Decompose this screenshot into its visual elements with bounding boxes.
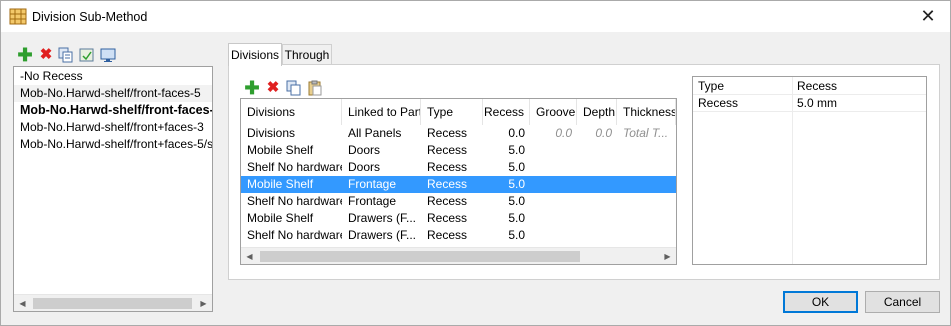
cell-division: Shelf No hardware [247,194,342,208]
cell-type: Recess [427,194,468,208]
cell-linked-part: Frontage [348,177,397,191]
table-row[interactable]: Shelf No hardware Doors Recess 5.0 [241,159,676,176]
add-icon[interactable]: ✚ [17,46,33,64]
title-bar: Division Sub-Method ✕ [1,1,950,32]
cell-division: Shelf No hardware [247,160,342,174]
cell-thickness: Total T... [623,126,669,140]
cell-type: Recess [427,211,468,225]
tab-through[interactable]: Through [282,44,332,65]
dialog-window: Division Sub-Method ✕ ✚ ✖ -No Recess Mob… [0,0,951,326]
cell-recess: 5.0 [508,160,525,174]
property-value[interactable]: 5.0 mm [792,95,926,112]
paste-icon[interactable] [307,80,323,96]
cell-type: Recess [427,143,468,157]
cancel-button[interactable]: Cancel [865,291,940,313]
cell-division: Divisions [247,126,296,140]
property-key: Recess [693,95,792,112]
cell-recess: 5.0 [508,143,525,157]
scroll-left-icon[interactable]: ◀ [14,295,31,311]
scroll-left-icon[interactable]: ◀ [241,248,258,264]
column-header-recess[interactable]: Recess [483,99,530,125]
cell-linked-part: Drawers (F... [348,211,417,225]
list-item[interactable]: Mob-No.Harwd-shelf/front+faces-5/side [14,136,212,153]
cabinet-icon [9,8,27,25]
cell-recess: 5.0 [508,177,525,191]
property-header-value: Recess [792,78,926,95]
column-header-linked-to-part[interactable]: Linked to Part [342,99,421,125]
grid-horizontal-scrollbar[interactable]: ◀ ▶ [241,247,676,264]
cell-groove: 0.0 [555,126,572,140]
cell-linked-part: All Panels [348,126,402,140]
tab-divisions[interactable]: Divisions [228,43,282,66]
ok-button[interactable]: OK [783,291,858,313]
cell-division: Mobile Shelf [247,211,314,225]
method-list[interactable]: -No Recess Mob-No.Harwd-shelf/front-face… [13,66,213,312]
table-row[interactable]: Divisions All Panels Recess 0.0 0.0 0.0 … [241,125,676,142]
scrollbar-thumb[interactable] [260,251,580,262]
cell-recess: 5.0 [508,211,525,225]
column-header-depth[interactable]: Depth [577,99,617,125]
divisions-grid[interactable]: Divisions Linked to Part Type Recess Gro… [240,98,677,265]
table-row-selected[interactable]: Mobile Shelf Frontage Recess 5.0 [241,176,676,193]
cell-type: Recess [427,177,468,191]
cell-linked-part: Doors [348,143,381,157]
copy-row-icon[interactable] [286,80,302,96]
cell-type: Recess [427,228,468,242]
cell-recess: 0.0 [508,126,525,140]
cell-division: Shelf No hardware [247,228,342,242]
list-item[interactable]: Mob-No.Harwd-shelf/front+faces-3 [14,119,212,136]
window-title: Division Sub-Method [32,10,148,24]
cell-recess: 5.0 [508,194,525,208]
list-horizontal-scrollbar[interactable]: ◀ ▶ [14,294,212,311]
cell-type: Recess [427,160,468,174]
delete-icon[interactable]: ✖ [38,47,54,63]
cell-recess: 5.0 [508,228,525,242]
list-item[interactable]: Mob-No.Harwd-shelf/front-faces-5 [14,85,212,102]
cell-division: Mobile Shelf [247,143,314,157]
table-row[interactable]: Shelf No hardware Drawers (F... Recess 5… [241,227,676,244]
scroll-right-icon[interactable]: ▶ [195,295,212,311]
monitor-icon[interactable] [100,47,116,63]
property-header-key: Type [693,78,792,95]
scroll-right-icon[interactable]: ▶ [659,248,676,264]
add-row-icon[interactable]: ✚ [244,79,260,97]
table-row[interactable]: Mobile Shelf Drawers (F... Recess 5.0 [241,210,676,227]
column-header-groove[interactable]: Groove [530,99,577,125]
edit-icon[interactable] [79,47,95,63]
column-header-thickness[interactable]: Thickness [617,99,676,125]
cell-type: Recess [427,126,468,140]
table-row[interactable]: Mobile Shelf Doors Recess 5.0 [241,142,676,159]
scrollbar-thumb[interactable] [33,298,192,309]
cell-linked-part: Doors [348,160,381,174]
delete-row-icon[interactable]: ✖ [265,80,281,96]
cell-depth: 0.0 [595,126,612,140]
list-item[interactable]: -No Recess [14,68,212,85]
cell-division: Mobile Shelf [247,177,314,191]
column-header-type[interactable]: Type [421,99,483,125]
close-button[interactable]: ✕ [906,1,950,32]
copy-icon[interactable] [58,47,74,63]
cell-linked-part: Drawers (F... [348,228,417,242]
table-row[interactable]: Shelf No hardware Frontage Recess 5.0 [241,193,676,210]
properties-grid[interactable]: Type Recess Recess 5.0 mm [692,76,927,265]
list-item[interactable]: Mob-No.Harwd-shelf/front-faces-5 [14,102,212,119]
cell-linked-part: Frontage [348,194,397,208]
column-header-divisions[interactable]: Divisions [241,99,342,125]
